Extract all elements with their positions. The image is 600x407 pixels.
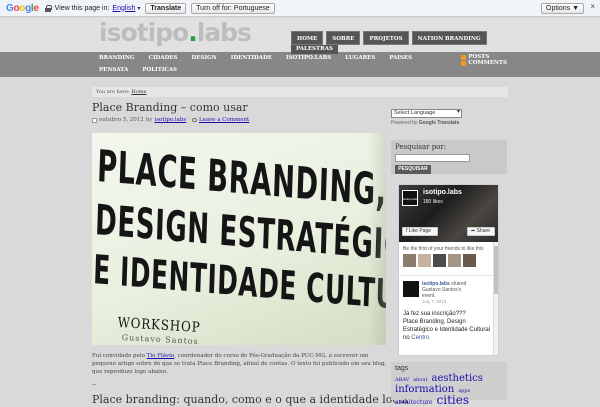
tags-widget: tags ABAV about aesthetics information a…	[391, 362, 507, 406]
share-icon: ➦	[471, 228, 476, 234]
site-logo[interactable]: isotipo.labs	[99, 18, 252, 47]
facebook-page-widget: isotipo.labs isotipo.labs 180 likes f Li…	[398, 184, 499, 356]
close-icon[interactable]: ×	[590, 2, 595, 11]
options-button[interactable]: Options ▼	[541, 3, 584, 14]
tag-link[interactable]: about	[413, 377, 427, 383]
facebook-icon: f	[406, 228, 408, 234]
language-widget: Select Language Powered by Google Transl…	[391, 109, 507, 126]
tag-link[interactable]: aesthetics	[432, 373, 483, 384]
translate-button[interactable]: Translate	[145, 2, 187, 14]
post-content: Place Branding – como usar outubro 5, 20…	[92, 101, 409, 406]
lock-icon	[44, 4, 52, 12]
google-translate-bar: Google View this page in: English ▾ Tran…	[0, 0, 600, 17]
comments-feed-link[interactable]: COMMENTS	[461, 60, 507, 66]
tag-link[interactable]: ABAV	[395, 377, 409, 383]
rss-icon	[461, 60, 467, 66]
category-design[interactable]: DESIGN	[185, 54, 224, 62]
category-cidades[interactable]: CIDADES	[142, 54, 185, 62]
search-label: Pesquisar por:	[395, 143, 447, 151]
scrollbar-thumb[interactable]	[494, 246, 498, 294]
post-meta: outubro 5, 2012 by isotipo.labs · Leave …	[92, 117, 386, 123]
facebook-post-message: Já fez sua inscrição??? Place Branding, …	[403, 311, 491, 341]
comment-bubble-icon	[191, 118, 197, 122]
nav-palestras[interactable]: PALESTRAS	[291, 45, 338, 54]
facebook-likes-count: 180 likes	[423, 199, 443, 205]
facebook-post-header: isotipo.labs shared Gustavo Santos's eve…	[422, 281, 467, 304]
top-navigation: HOME SOBRE PROJETOS NATION BRANDING	[291, 31, 487, 45]
meta-separator: ·	[188, 117, 190, 123]
search-button[interactable]: PESQUISAR	[395, 165, 431, 174]
like-page-button[interactable]: f Like Page	[402, 227, 438, 236]
share-button[interactable]: ➦ Share	[467, 227, 495, 236]
nav-projetos[interactable]: PROJETOS	[363, 31, 409, 45]
feed-links: POSTS COMMENTS	[461, 54, 507, 66]
category-bar: BRANDING CIDADES DESIGN IDENTIDADE ISOTI…	[0, 52, 600, 77]
avatar[interactable]	[418, 254, 431, 267]
facebook-post-thumb[interactable]	[403, 281, 419, 297]
image-shading	[368, 133, 386, 345]
facebook-scrollbar[interactable]	[493, 242, 498, 355]
breadcrumb-home[interactable]: Home	[131, 89, 146, 95]
avatar[interactable]	[463, 254, 476, 267]
language-select[interactable]: Select Language	[391, 109, 462, 118]
avatar[interactable]	[433, 254, 446, 267]
post-title[interactable]: Place Branding – como usar	[92, 101, 386, 114]
nav-home[interactable]: HOME	[291, 31, 324, 45]
avatar[interactable]	[448, 254, 461, 267]
post-author-link[interactable]: isotipo.labs	[154, 117, 186, 123]
post-paragraph: Fui convidado pelo Tio Flávio, coordenad…	[92, 353, 387, 375]
centro-link[interactable]: Centro	[411, 335, 429, 341]
tag-cloud: ABAV about aesthetics information apps a…	[395, 374, 503, 407]
calendar-icon	[92, 117, 97, 123]
language-link[interactable]: English	[112, 5, 135, 12]
breadcrumb: You are here: Home	[92, 87, 508, 97]
facebook-friends-text: Be the first of your friends to like thi…	[403, 246, 484, 252]
google-logo: Google	[6, 2, 39, 14]
search-input[interactable]	[395, 154, 470, 162]
category-list: BRANDING CIDADES DESIGN IDENTIDADE ISOTI…	[92, 54, 432, 74]
tag-link[interactable]: cities	[437, 393, 469, 407]
category-identidade[interactable]: IDENTIDADE	[224, 54, 279, 62]
powered-by-text: Powered by Google Translate	[391, 120, 460, 126]
leave-comment-link[interactable]: Leave a Comment	[199, 117, 249, 123]
facebook-post: isotipo.labs shared Gustavo Santos's eve…	[399, 275, 498, 310]
facebook-page-name[interactable]: isotipo.labs	[423, 189, 462, 196]
avatar[interactable]	[403, 254, 416, 267]
post-divider: --	[92, 381, 97, 388]
search-widget: Pesquisar por: PESQUISAR	[391, 140, 507, 174]
facebook-cover[interactable]: isotipo.labs isotipo.labs 180 likes f Li…	[399, 185, 498, 242]
post-image[interactable]: PLACE BRANDING, DESIGN ESTRATÉGICO E IDE…	[92, 133, 386, 345]
tags-title: tags	[395, 365, 409, 372]
category-isotipo-labs[interactable]: ISOTIPO.LABS	[279, 54, 338, 62]
post-by: by	[145, 117, 153, 123]
tio-flavio-link[interactable]: Tio Flávio	[147, 353, 175, 359]
view-page-label: View this page in:	[54, 4, 110, 12]
tag-link[interactable]: architecture	[395, 399, 433, 406]
friend-faces	[399, 254, 498, 267]
breadcrumb-prefix: You are here:	[96, 89, 130, 95]
rss-icon	[461, 54, 467, 60]
category-branding[interactable]: BRANDING	[92, 54, 142, 62]
post-date: outubro 5, 2012	[99, 117, 144, 123]
chevron-down-icon[interactable]: ▾	[137, 5, 140, 12]
nav-nation-branding[interactable]: NATION BRANDING	[411, 31, 487, 45]
category-paises[interactable]: PAISES	[382, 54, 419, 62]
category-lugares[interactable]: LUGARES	[338, 54, 382, 62]
category-politicas[interactable]: POLITICAS	[135, 66, 184, 74]
nav-sobre[interactable]: SOBRE	[326, 31, 361, 45]
facebook-page-thumb[interactable]: isotipo.labs	[402, 190, 418, 206]
turn-off-button[interactable]: Turn off for: Portuguese	[191, 2, 275, 14]
category-pensata[interactable]: PENSATA	[92, 66, 135, 74]
